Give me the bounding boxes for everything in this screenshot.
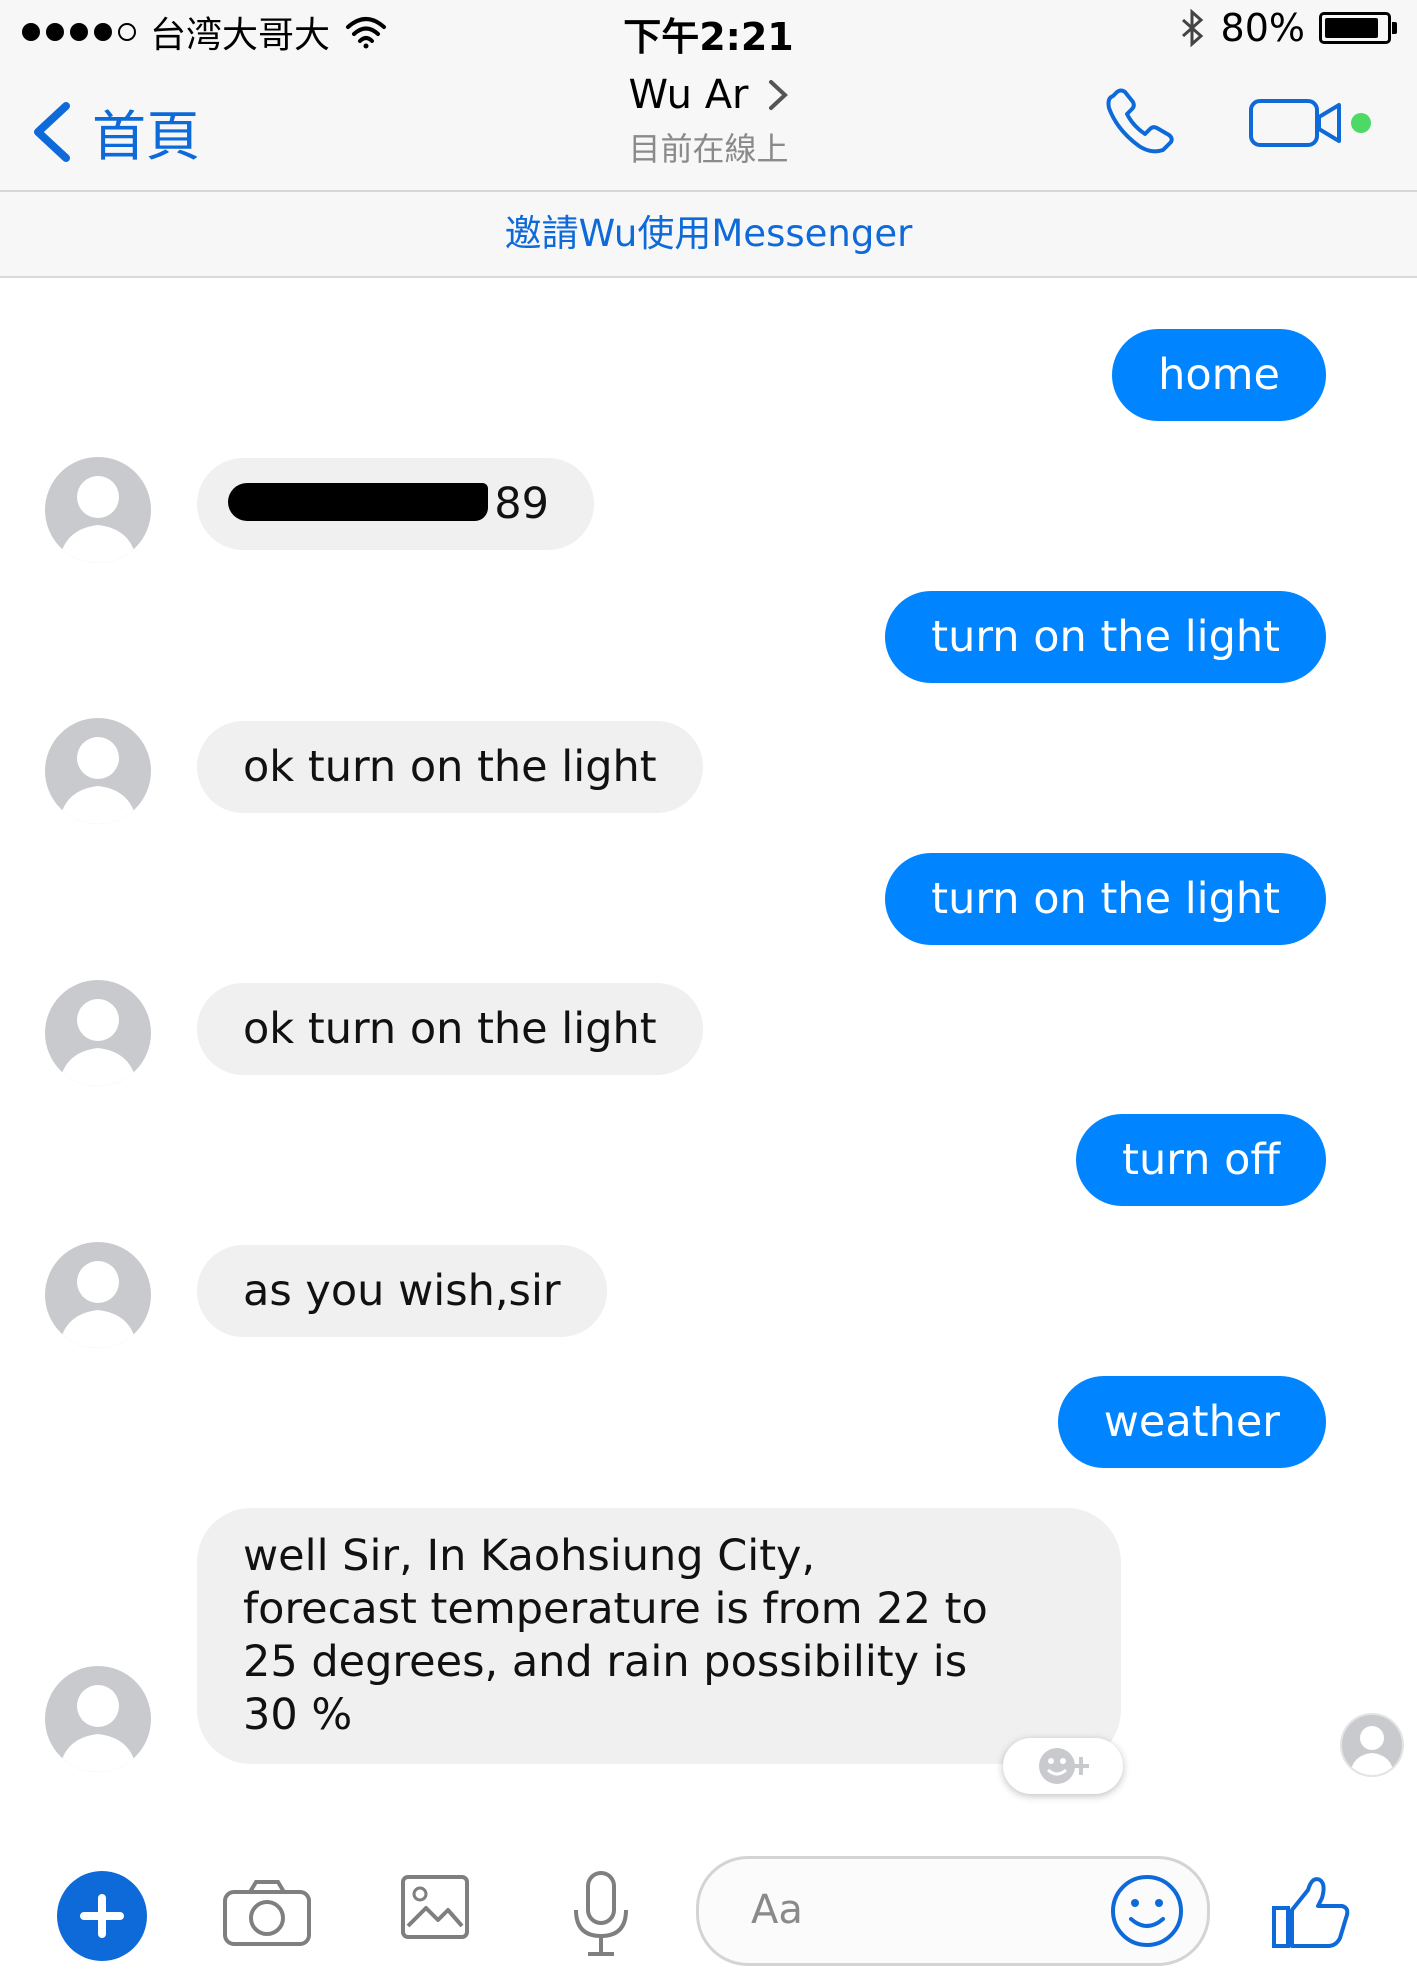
call-actions — [1103, 88, 1377, 158]
outgoing-message[interactable]: turn off — [1076, 1114, 1326, 1206]
plus-icon — [80, 1894, 124, 1938]
battery-percent: 80% — [1220, 6, 1305, 50]
message-input-box[interactable] — [696, 1856, 1210, 1966]
outgoing-message[interactable]: home — [1112, 329, 1326, 421]
avatar-icon[interactable] — [45, 718, 151, 824]
smiley-icon[interactable] — [1107, 1873, 1187, 1949]
emoji-react-icon — [1039, 1748, 1089, 1784]
incoming-message[interactable]: as you wish,sir — [197, 1245, 607, 1337]
incoming-message[interactable]: well Sir, In Kaohsiung City, forecast te… — [197, 1508, 1121, 1764]
status-bar: 台湾大哥大 下午2:21 80% — [0, 0, 1417, 60]
avatar-icon[interactable] — [45, 1242, 151, 1348]
incoming-message[interactable]: ok turn on the light — [197, 721, 703, 813]
avatar-icon[interactable] — [45, 980, 151, 1086]
invite-banner[interactable]: 邀請Wu使用Messenger — [0, 192, 1417, 278]
conversation-header: 首頁 Wu Ar 目前在線上 — [0, 60, 1417, 192]
thumbs-up-icon[interactable] — [1270, 1872, 1352, 1950]
bluetooth-icon — [1181, 8, 1203, 48]
more-actions-button[interactable] — [57, 1871, 147, 1961]
chevron-right-icon — [768, 80, 788, 110]
outgoing-message[interactable]: turn on the light — [885, 853, 1326, 945]
camera-icon[interactable] — [222, 1878, 312, 1948]
avatar-icon[interactable] — [45, 1666, 151, 1772]
microphone-icon[interactable] — [566, 1870, 636, 1958]
contact-name: Wu Ar — [628, 72, 749, 118]
message-input[interactable] — [749, 1881, 1093, 1939]
outgoing-message[interactable]: turn on the light — [885, 591, 1326, 683]
battery-icon — [1319, 12, 1397, 44]
video-camera-icon[interactable] — [1247, 93, 1377, 153]
incoming-message[interactable]: ok turn on the light — [197, 983, 703, 1075]
outgoing-message[interactable]: weather — [1057, 1376, 1326, 1468]
message-composer — [0, 1848, 1417, 1984]
phone-icon[interactable] — [1103, 88, 1187, 158]
read-receipt-avatar — [1340, 1713, 1404, 1777]
status-right: 80% — [1177, 6, 1397, 50]
redaction-mark — [228, 483, 488, 521]
add-reaction-button[interactable] — [1003, 1738, 1123, 1794]
avatar-icon[interactable] — [45, 457, 151, 563]
image-icon[interactable] — [400, 1874, 470, 1940]
